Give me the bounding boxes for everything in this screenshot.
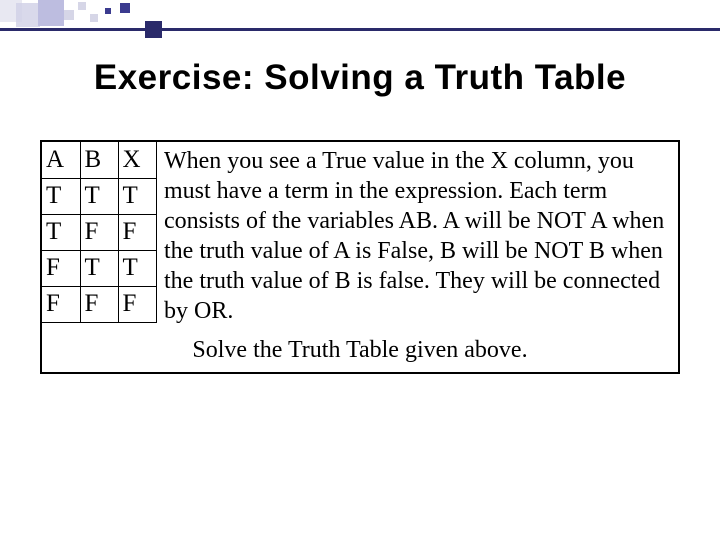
table-cell: F <box>80 286 118 322</box>
deco-square <box>105 8 111 14</box>
table-cell: T <box>80 250 118 286</box>
title-bullet-icon <box>145 21 162 38</box>
table-header-x: X <box>118 142 156 178</box>
exercise-prompt: Solve the Truth Table given above. <box>42 337 678 364</box>
table-cell: F <box>80 214 118 250</box>
table-cell: T <box>42 178 80 214</box>
table-cell: F <box>42 286 80 322</box>
deco-square <box>38 0 64 26</box>
table-row: F F F <box>42 286 156 322</box>
deco-square <box>120 3 130 13</box>
explanation-text: When you see a True value in the X colum… <box>164 146 670 326</box>
table-cell: F <box>118 286 156 322</box>
table-cell: F <box>118 214 156 250</box>
top-divider <box>0 28 720 31</box>
table-cell: T <box>118 250 156 286</box>
table-cell: T <box>118 178 156 214</box>
table-cell: T <box>80 178 118 214</box>
table-header-a: A <box>42 142 80 178</box>
deco-square <box>90 14 98 22</box>
table-row: A B X <box>42 142 156 178</box>
slide: Exercise: Solving a Truth Table A B X T … <box>0 0 720 540</box>
table-cell: F <box>42 250 80 286</box>
table-row: F T T <box>42 250 156 286</box>
truth-table: A B X T T T T F F F T T F F F <box>42 142 157 323</box>
content-box: A B X T T T T F F F T T F F F <box>40 140 680 374</box>
table-row: T F F <box>42 214 156 250</box>
deco-square <box>78 2 86 10</box>
table-header-b: B <box>80 142 118 178</box>
deco-square <box>16 3 40 27</box>
deco-square <box>64 10 74 20</box>
table-row: T T T <box>42 178 156 214</box>
page-title: Exercise: Solving a Truth Table <box>0 58 720 98</box>
table-cell: T <box>42 214 80 250</box>
